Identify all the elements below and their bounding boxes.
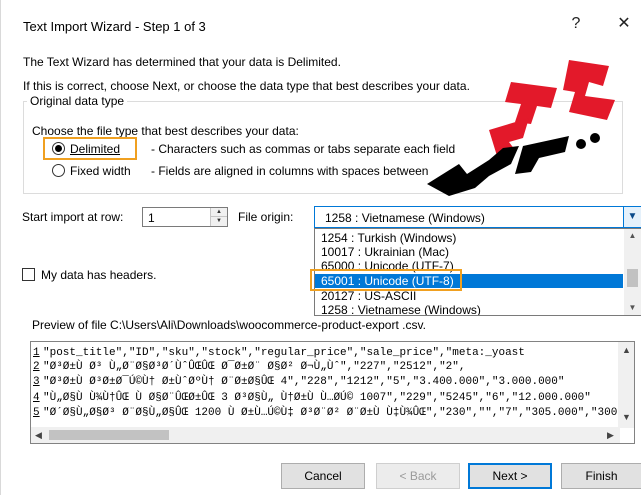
line-number: 1 — [33, 347, 40, 359]
cancel-button[interactable]: Cancel — [281, 463, 365, 489]
scroll-up-icon[interactable]: ▲ — [622, 345, 631, 355]
file-type-prompt: Choose the file type that best describes… — [32, 124, 299, 138]
original-data-type-label: Original data type — [27, 94, 128, 108]
start-row-value[interactable]: 1 — [148, 211, 155, 225]
headers-label[interactable]: My data has headers. — [41, 268, 156, 282]
intro-line-1: The Text Wizard has determined that your… — [23, 55, 341, 69]
scroll-up-icon[interactable]: ▲ — [624, 231, 641, 240]
spinner-buttons: ▲ ▼ — [210, 208, 227, 226]
delimited-radio[interactable] — [52, 142, 65, 155]
utf8-highlight — [310, 269, 462, 291]
help-button[interactable]: ? — [566, 14, 586, 34]
line-number: 3 — [33, 376, 40, 388]
file-origin-value[interactable]: 1258 : Vietnamese (Windows) — [325, 211, 485, 225]
line-number: 5 — [33, 407, 40, 419]
preview-text: "Ø³Ø±Ù Ø³Ø±Ø¯Ú©Ù† Ø±ÙˆØºÙ† Ø¨Ø±Ø§ÛŒ 4","… — [43, 376, 565, 388]
fixed-width-radio[interactable] — [52, 164, 65, 177]
file-origin-option[interactable]: 10017 : Ukrainian (Mac) — [315, 245, 623, 259]
scroll-left-icon[interactable]: ◀ — [35, 430, 42, 441]
scroll-down-icon[interactable]: ▼ — [624, 303, 641, 312]
file-origin-option[interactable]: 1258 : Vietnamese (Windows) — [315, 303, 623, 315]
preview-line-5: 5 "Ø´Ø§Ù„Ø§Ø³ Ø¨Ø§Ù„Ø§ÛŒ 1200 Ù Ø±Ù…Ú©Ù‡ … — [33, 407, 617, 419]
file-origin-label: File origin: — [238, 210, 294, 224]
finish-button[interactable]: Finish — [561, 463, 641, 489]
line-number: 4 — [33, 392, 40, 404]
preview-text: "Ù„Ø§Ù Ù¾Ù†ÛŒ Ù Ø§Ø¨ÛŒØ±ÛŒ 3 Ø³Ø§Ù„ Ù†Ø±… — [43, 392, 591, 404]
spin-up-icon[interactable]: ▲ — [211, 208, 227, 217]
line-number: 2 — [33, 361, 40, 373]
preview-text: "Ø³Ø±Ù Ø³ Ù„Ø¨Ø§Ø³Ø´ÙˆÛŒÛŒ Ø¯Ø±Ø¨ Ø§Ø² Ø… — [43, 361, 466, 373]
preview-line-4: 4 "Ù„Ø§Ù Ù¾Ù†ÛŒ Ù Ø§Ø¨ÛŒØ±ÛŒ 3 Ø³Ø§Ù„ Ù†Ø… — [33, 392, 591, 404]
file-origin-option[interactable]: 20127 : US-ASCII — [315, 289, 623, 303]
dropdown-scrollbar[interactable]: ▲ ▼ — [624, 229, 641, 315]
fixed-width-label[interactable]: Fixed width — [70, 164, 131, 178]
close-button[interactable]: ✕ — [614, 14, 634, 34]
file-preview-pane[interactable]: 1 "post_title","ID","sku","stock","regula… — [30, 341, 635, 444]
preview-line-1: 1 "post_title","ID","sku","stock","regula… — [33, 347, 525, 359]
start-row-spinner[interactable]: 1 ▲ ▼ — [142, 207, 228, 227]
preview-text: "Ø´Ø§Ù„Ø§Ø³ Ø¨Ø§Ù„Ø§ÛŒ 1200 Ù Ø±Ù…Ú©Ù‡ Ø… — [43, 407, 618, 419]
watermark-logo — [427, 60, 615, 196]
preview-horizontal-scrollbar[interactable]: ◀ ▶ — [31, 427, 620, 443]
file-origin-select[interactable]: 1258 : Vietnamese (Windows) ▼ — [314, 206, 641, 228]
preview-line-2: 2 "Ø³Ø±Ù Ø³ Ù„Ø¨Ø§Ø³Ø´ÙˆÛŒÛŒ Ø¯Ø±Ø¨ Ø§Ø² … — [33, 361, 465, 373]
intro-line-2: If this is correct, choose Next, or choo… — [23, 79, 470, 93]
spin-down-icon[interactable]: ▼ — [211, 217, 227, 226]
file-origin-option[interactable]: 1254 : Turkish (Windows) — [315, 231, 623, 245]
back-button[interactable]: < Back — [376, 463, 460, 489]
start-import-label: Start import at row: — [22, 210, 124, 224]
preview-text: "post_title","ID","sku","stock","regular… — [43, 347, 525, 359]
scroll-down-icon[interactable]: ▼ — [622, 412, 631, 422]
delimited-label[interactable]: Delimited — [70, 142, 120, 156]
fixed-width-description: - Fields are aligned in columns with spa… — [151, 164, 429, 178]
preview-vertical-scrollbar[interactable]: ▲ ▼ — [618, 342, 634, 428]
dropdown-scroll-thumb[interactable] — [627, 269, 638, 287]
preview-label: Preview of file C:\Users\Ali\Downloads\w… — [32, 318, 426, 332]
scroll-right-icon[interactable]: ▶ — [607, 430, 614, 441]
chevron-down-icon[interactable]: ▼ — [623, 207, 641, 227]
delimited-description: - Characters such as commas or tabs sepa… — [151, 142, 456, 156]
headers-checkbox[interactable] — [22, 268, 35, 281]
next-button[interactable]: Next > — [468, 463, 552, 489]
preview-line-3: 3 "Ø³Ø±Ù Ø³Ø±Ø¯Ú©Ù† Ø±ÙˆØºÙ† Ø¨Ø±Ø§ÛŒ 4",… — [33, 376, 565, 388]
text-import-wizard-dialog: Text Import Wizard - Step 1 of 3 ? ✕ The… — [0, 0, 641, 495]
title-bar: Text Import Wizard - Step 1 of 3 ? ✕ — [1, 0, 641, 40]
window-title: Text Import Wizard - Step 1 of 3 — [23, 19, 206, 34]
preview-scroll-thumb[interactable] — [49, 430, 169, 440]
